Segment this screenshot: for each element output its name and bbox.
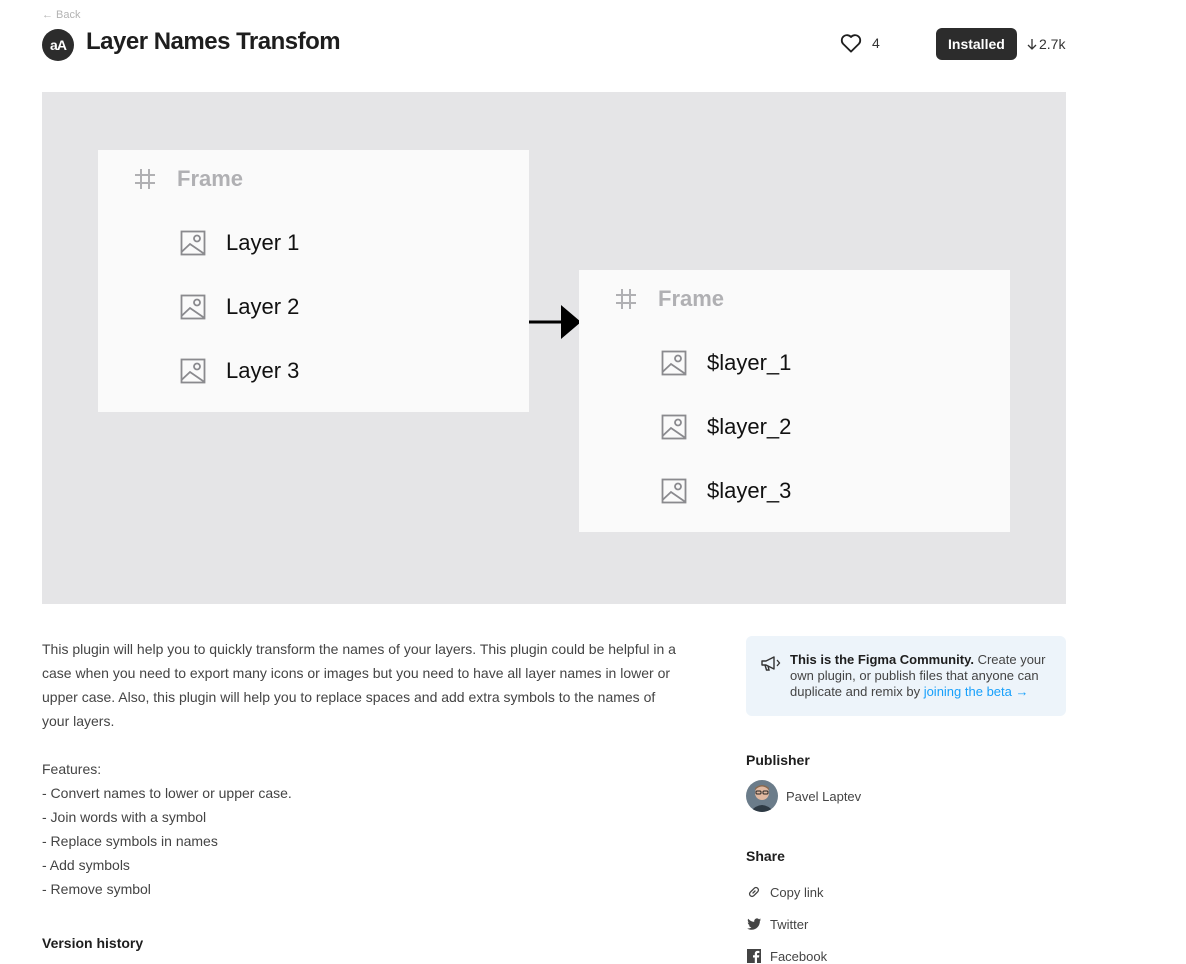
community-bold-text: This is the Figma Community. (790, 652, 974, 667)
download-count-value: 2.7k (1039, 36, 1066, 52)
facebook-label: Facebook (770, 948, 828, 964)
like-button[interactable]: 4 (840, 33, 880, 53)
publisher-link[interactable]: Pavel Laptev (746, 780, 861, 812)
feature-item: - Join words with a symbol (42, 809, 207, 825)
layer-row: Layer 1 (180, 230, 299, 256)
back-link[interactable]: ← Back (42, 9, 81, 21)
feature-item: - Convert names to lower or upper case. (42, 785, 292, 801)
layers-panel-before: Frame Layer 1 Layer 2 Layer 3 (98, 150, 529, 412)
layers-panel-after: Frame $layer_1 $layer_2 $layer_3 (579, 270, 1010, 532)
layer-row: $layer_1 (661, 350, 791, 376)
layer-name: Layer 2 (226, 294, 300, 319)
feature-item: - Remove symbol (42, 881, 151, 897)
layer-row: $layer_3 (661, 478, 791, 504)
twitter-label: Twitter (770, 916, 809, 932)
megaphone-icon (761, 656, 781, 671)
frame-row: Frame (614, 286, 724, 312)
image-icon (180, 230, 206, 256)
facebook-share-button[interactable]: Facebook (746, 948, 827, 964)
heart-icon (840, 34, 862, 53)
frame-label: Frame (658, 286, 725, 311)
arrow-down-icon (1027, 39, 1037, 50)
arrow-right-icon (529, 305, 581, 339)
image-icon (661, 350, 687, 376)
community-banner: This is the Figma Community. Create your… (746, 636, 1066, 716)
layer-name: Layer 1 (226, 230, 300, 255)
download-count: 2.7k (1027, 36, 1065, 52)
layer-row: $layer_2 (661, 414, 791, 440)
frame-hash-icon (616, 289, 636, 309)
frame-hash-icon (135, 169, 155, 189)
facebook-icon (747, 949, 761, 964)
twitter-share-button[interactable]: Twitter (746, 916, 808, 932)
link-icon (749, 887, 759, 897)
plugin-logo: aA (42, 29, 74, 61)
layer-name: Layer 3 (226, 358, 300, 383)
feature-item: - Replace symbols in names (42, 833, 218, 849)
join-beta-link[interactable]: joining the beta → (924, 684, 1029, 699)
image-icon (180, 294, 206, 320)
like-count: 4 (872, 35, 880, 51)
publisher-name: Pavel Laptev (786, 788, 862, 804)
layer-row: Layer 2 (180, 294, 299, 320)
plugin-preview-image: Frame Layer 1 Layer 2 Layer 3 Frame $lay… (42, 92, 1066, 604)
publisher-heading: Publisher (746, 752, 810, 768)
layer-name: $layer_2 (707, 414, 792, 439)
image-icon (180, 358, 206, 384)
layer-name: $layer_3 (707, 478, 792, 503)
installed-button[interactable]: Installed (936, 28, 1017, 60)
twitter-icon (747, 918, 761, 930)
frame-row: Frame (133, 166, 243, 192)
image-icon (661, 478, 687, 504)
share-heading: Share (746, 848, 785, 864)
page-title: Layer Names Transfom (86, 28, 341, 55)
copy-link-button[interactable]: Copy link (746, 884, 823, 900)
description-paragraph: This plugin will help you to quickly tra… (42, 641, 676, 729)
layer-name: $layer_1 (707, 350, 792, 375)
frame-label: Frame (177, 166, 244, 191)
avatar (746, 780, 778, 812)
plugin-description: This plugin will help you to quickly tra… (42, 637, 682, 901)
image-icon (661, 414, 687, 440)
feature-item: - Add symbols (42, 857, 130, 873)
layer-row: Layer 3 (180, 358, 299, 384)
copy-link-label: Copy link (770, 884, 824, 900)
features-heading: Features: (42, 761, 102, 777)
version-history-heading: Version history (42, 935, 144, 951)
